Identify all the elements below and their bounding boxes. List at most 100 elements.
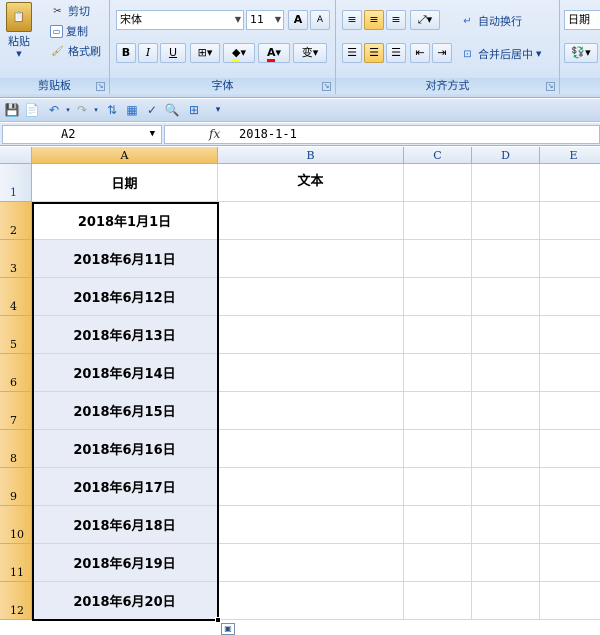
table-cell[interactable] xyxy=(472,354,540,392)
table-cell[interactable] xyxy=(404,240,472,278)
date-cell[interactable]: 2018年6月17日 xyxy=(32,468,218,506)
column-header-a[interactable]: A xyxy=(32,147,218,164)
table-cell[interactable] xyxy=(404,164,472,202)
table-cell[interactable] xyxy=(218,392,404,430)
date-cell[interactable]: 2018年1月1日 xyxy=(32,202,218,240)
spelling-icon[interactable]: ✓ xyxy=(144,102,160,118)
column-header-d[interactable]: D xyxy=(472,147,540,164)
table-cell[interactable] xyxy=(218,278,404,316)
row-header[interactable]: 4 xyxy=(0,278,32,316)
column-header-c[interactable]: C xyxy=(404,147,472,164)
date-cell[interactable]: 2018年6月12日 xyxy=(32,278,218,316)
orientation-button[interactable]: ⤢▾ xyxy=(410,10,440,30)
align-middle-button[interactable]: ≡ xyxy=(364,10,384,30)
print-preview-icon[interactable]: 🔍 xyxy=(164,102,180,118)
table-cell[interactable] xyxy=(404,202,472,240)
table-cell[interactable] xyxy=(540,278,600,316)
increase-indent-button[interactable]: ⇥ xyxy=(432,43,452,63)
wrap-text-button[interactable]: ↵ 自动换行 xyxy=(460,13,522,29)
table-cell[interactable] xyxy=(472,506,540,544)
font-name-select[interactable]: 宋体 ▼ xyxy=(116,10,244,30)
table-cell[interactable] xyxy=(404,354,472,392)
table-cell[interactable] xyxy=(218,468,404,506)
row-header[interactable]: 8 xyxy=(0,430,32,468)
fill-color-button[interactable]: ◆▾ xyxy=(223,43,255,63)
table-cell[interactable] xyxy=(540,202,600,240)
align-bottom-button[interactable]: ≡ xyxy=(386,10,406,30)
row-header[interactable]: 2 xyxy=(0,202,32,240)
column-header-b[interactable]: B xyxy=(218,147,404,164)
table-cell[interactable] xyxy=(472,164,540,202)
align-right-button[interactable]: ☰ xyxy=(386,43,406,63)
table-cell[interactable] xyxy=(404,582,472,620)
table-cell[interactable] xyxy=(540,430,600,468)
dialog-launcher-icon[interactable]: ↘ xyxy=(322,82,331,91)
bold-button[interactable]: B xyxy=(116,43,136,63)
align-top-button[interactable]: ≡ xyxy=(342,10,362,30)
table-icon[interactable]: ⊞ xyxy=(186,102,202,118)
table-cell[interactable] xyxy=(540,354,600,392)
copy-button[interactable]: ▭ 复制 xyxy=(50,23,88,39)
table-cell[interactable] xyxy=(404,392,472,430)
new-document-icon[interactable]: 📄 xyxy=(24,102,40,118)
row-header[interactable]: 6 xyxy=(0,354,32,392)
chart-icon[interactable]: ▦ xyxy=(124,102,140,118)
paste-button[interactable]: 📋 粘贴 ▼ xyxy=(6,2,32,58)
date-cell[interactable]: 2018年6月19日 xyxy=(32,544,218,582)
table-cell[interactable] xyxy=(472,468,540,506)
table-cell[interactable] xyxy=(472,582,540,620)
table-cell[interactable] xyxy=(218,430,404,468)
shrink-font-button[interactable]: A xyxy=(310,10,330,30)
date-cell[interactable]: 2018年6月15日 xyxy=(32,392,218,430)
format-painter-button[interactable]: 🖌 格式刷 xyxy=(50,43,101,59)
date-cell[interactable]: 2018年6月20日 xyxy=(32,582,218,620)
grow-font-button[interactable]: A xyxy=(288,10,308,30)
date-cell[interactable]: 2018年6月14日 xyxy=(32,354,218,392)
chevron-down-icon[interactable]: ▼ xyxy=(150,126,155,143)
date-cell[interactable]: 2018年6月18日 xyxy=(32,506,218,544)
table-cell[interactable] xyxy=(472,316,540,354)
table-cell[interactable] xyxy=(540,468,600,506)
table-cell[interactable] xyxy=(472,392,540,430)
table-cell[interactable] xyxy=(472,278,540,316)
sort-icon[interactable]: ⇅ xyxy=(104,102,120,118)
decrease-indent-button[interactable]: ⇤ xyxy=(410,43,430,63)
number-format-select[interactable]: 日期 xyxy=(564,10,600,30)
row-header[interactable]: 5 xyxy=(0,316,32,354)
row-header[interactable]: 11 xyxy=(0,544,32,582)
table-cell[interactable] xyxy=(218,240,404,278)
table-cell[interactable] xyxy=(404,316,472,354)
table-cell[interactable] xyxy=(218,544,404,582)
table-cell[interactable] xyxy=(404,506,472,544)
formula-input[interactable]: fx 2018-1-1 xyxy=(164,125,600,144)
borders-button[interactable]: ⊞▾ xyxy=(190,43,220,63)
row-header[interactable]: 3 xyxy=(0,240,32,278)
table-cell[interactable] xyxy=(540,392,600,430)
name-box[interactable]: A2 ▼ xyxy=(2,125,162,144)
row-header[interactable]: 7 xyxy=(0,392,32,430)
auto-fill-options-icon[interactable]: ▣ xyxy=(221,623,235,635)
table-cell[interactable] xyxy=(404,430,472,468)
font-size-select[interactable]: 11 ▼ xyxy=(246,10,284,30)
table-cell[interactable] xyxy=(472,544,540,582)
table-cell[interactable] xyxy=(472,430,540,468)
table-header-cell[interactable]: 文本 xyxy=(218,164,404,202)
phonetic-button[interactable]: 变▾ xyxy=(293,43,327,63)
date-cell[interactable]: 2018年6月11日 xyxy=(32,240,218,278)
table-cell[interactable] xyxy=(218,506,404,544)
cut-button[interactable]: ✂ 剪切 xyxy=(50,3,90,19)
align-center-button[interactable]: ☰ xyxy=(364,43,384,63)
table-cell[interactable] xyxy=(540,506,600,544)
date-cell[interactable]: 2018年6月16日 xyxy=(32,430,218,468)
italic-button[interactable]: I xyxy=(138,43,158,63)
table-cell[interactable] xyxy=(540,544,600,582)
row-header[interactable]: 1 xyxy=(0,164,32,202)
column-header-e[interactable]: E xyxy=(540,147,600,164)
table-cell[interactable] xyxy=(404,468,472,506)
table-cell[interactable] xyxy=(540,316,600,354)
table-cell[interactable] xyxy=(540,582,600,620)
table-cell[interactable] xyxy=(218,354,404,392)
dialog-launcher-icon[interactable]: ↘ xyxy=(546,82,555,91)
select-all-button[interactable] xyxy=(0,147,32,164)
table-cell[interactable] xyxy=(472,202,540,240)
